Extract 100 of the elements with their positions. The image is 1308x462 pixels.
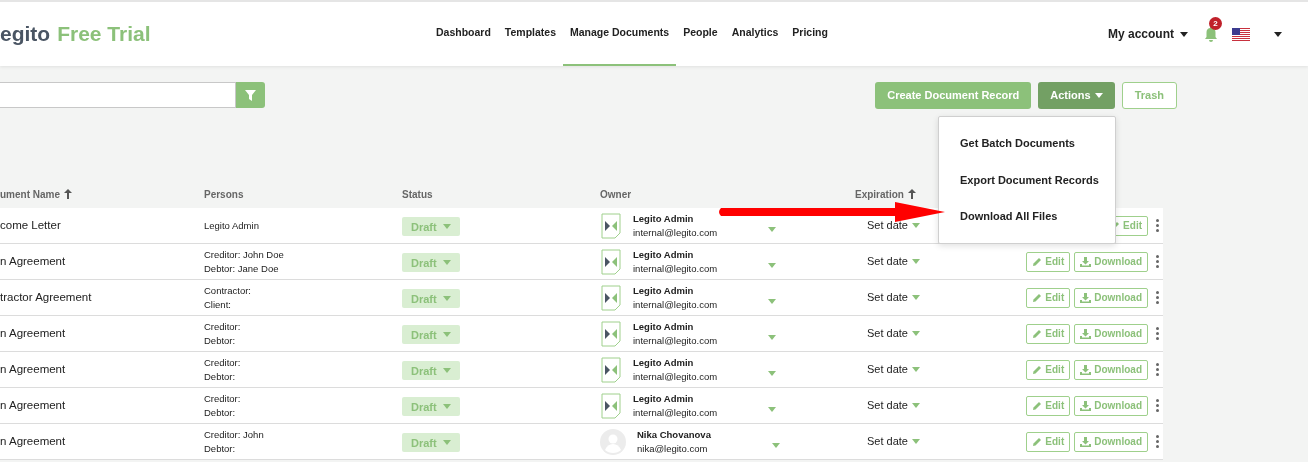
owner-name: Legito Admin: [633, 283, 695, 298]
document-logo-icon: [600, 392, 622, 419]
download-icon: [1080, 400, 1092, 411]
search-field[interactable]: [0, 82, 236, 108]
document-name[interactable]: n Agreement: [0, 396, 204, 415]
pencil-icon: [1032, 292, 1043, 303]
document-name[interactable]: n Agreement: [0, 324, 204, 343]
person-label: Debtor:: [204, 405, 237, 420]
caret-icon: [912, 367, 920, 372]
nav-tab[interactable]: Templates: [497, 2, 563, 66]
owner-name: Nika Chovanova: [637, 427, 712, 442]
person-label: Debtor: Jane Doe: [204, 261, 280, 276]
column-header[interactable]: ument Name: [0, 186, 60, 202]
more-icon[interactable]: [1156, 399, 1159, 412]
pencil-icon: [1032, 256, 1043, 267]
column-header[interactable]: Expiration: [855, 186, 904, 202]
owner-email: internal@legito.com: [633, 297, 719, 312]
caret-icon: [442, 224, 451, 230]
owner-email: internal@legito.com: [633, 261, 719, 276]
more-icon[interactable]: [1156, 291, 1159, 304]
owner-email: internal@legito.com: [633, 333, 719, 348]
pencil-icon: [1032, 328, 1043, 339]
nav-tab[interactable]: People: [676, 2, 725, 66]
expiration-dropdown[interactable]: Set date: [855, 289, 1001, 306]
us-flag-icon[interactable]: [1232, 27, 1250, 41]
caret-icon: [442, 260, 451, 266]
caret-icon: [1180, 31, 1188, 37]
person-label: Creditor:: [204, 391, 242, 406]
my-account-menu[interactable]: My account: [1108, 25, 1188, 43]
caret-icon: [912, 259, 920, 264]
download-icon: [1080, 436, 1092, 447]
download-icon: [1080, 364, 1092, 375]
caret-icon: [768, 263, 776, 268]
person-label: Contractor:: [204, 283, 252, 298]
owner-email: internal@legito.com: [633, 225, 719, 240]
person-label: Creditor: John: [204, 427, 265, 442]
person-label: Debtor:: [204, 333, 237, 348]
document-name[interactable]: n Agreement: [0, 432, 204, 451]
column-header[interactable]: Persons: [204, 186, 244, 202]
owner-name: Legito Admin: [633, 211, 695, 226]
caret-icon: [772, 443, 780, 448]
nav-tab[interactable]: Manage Documents: [563, 2, 677, 66]
caret-icon: [768, 227, 776, 232]
person-label: Legito Admin: [204, 218, 260, 233]
expiration-dropdown[interactable]: Set date: [855, 433, 1001, 450]
more-icon[interactable]: [1156, 435, 1159, 448]
more-icon[interactable]: [1156, 363, 1159, 376]
person-label: Creditor:: [204, 319, 242, 334]
more-icon[interactable]: [1156, 327, 1159, 340]
sort-arrow-icon: [64, 189, 72, 199]
bell-icon[interactable]: [1204, 26, 1218, 42]
expiration-dropdown[interactable]: Set date: [855, 361, 1001, 378]
nav-tab[interactable]: Analytics: [724, 2, 786, 66]
expiration-dropdown[interactable]: Set date: [855, 397, 1001, 414]
caret-icon: [442, 368, 451, 374]
expiration-dropdown[interactable]: Set date: [855, 325, 1001, 342]
pencil-icon: [1032, 436, 1043, 447]
column-header[interactable]: Owner: [600, 186, 632, 202]
menu-item[interactable]: Get Batch Documents: [939, 125, 1115, 162]
more-icon[interactable]: [1156, 219, 1159, 232]
document-name[interactable]: tractor Agreement: [0, 288, 204, 307]
brand-name: egito: [0, 21, 51, 48]
caret-icon: [442, 404, 451, 410]
owner-name: Legito Admin: [633, 247, 695, 262]
document-logo-icon: [600, 248, 622, 275]
brand-suffix: Free Trial: [57, 21, 151, 48]
nav-tab[interactable]: Pricing: [785, 2, 835, 66]
person-label: Creditor: John Doe: [204, 247, 285, 262]
nav-tab[interactable]: Dashboard: [429, 2, 498, 66]
person-label: Client:: [204, 297, 232, 312]
actions-button[interactable]: Actions: [1038, 82, 1115, 109]
pencil-icon: [1032, 400, 1043, 411]
document-logo-icon: [600, 212, 622, 239]
caret-icon: [442, 440, 451, 446]
owner-name: Legito Admin: [633, 319, 695, 334]
person-label: Debtor:: [204, 369, 237, 384]
caret-icon: [442, 296, 451, 302]
caret-icon: [912, 331, 920, 336]
person-label: Debtor:: [204, 441, 237, 456]
caret-icon: [768, 371, 776, 376]
pencil-icon: [1032, 364, 1043, 375]
caret-icon: [768, 335, 776, 340]
document-logo-icon: [600, 284, 622, 311]
caret-icon: [912, 295, 920, 300]
expiration-dropdown[interactable]: Set date: [855, 253, 1001, 270]
more-icon[interactable]: [1156, 255, 1159, 268]
caret-icon: [1274, 31, 1282, 37]
column-header[interactable]: Status: [402, 186, 433, 202]
owner-name: Legito Admin: [633, 355, 695, 370]
filter-icon: [245, 89, 256, 101]
download-icon: [1080, 328, 1092, 339]
caret-icon: [442, 332, 451, 338]
menu-item[interactable]: Export Document Records: [939, 161, 1115, 198]
document-name[interactable]: n Agreement: [0, 360, 204, 379]
notification-badge: 2: [1209, 17, 1222, 30]
document-name[interactable]: n Agreement: [0, 252, 204, 271]
document-logo-icon: [600, 356, 622, 383]
caret-icon: [768, 407, 776, 412]
document-name[interactable]: come Letter: [0, 216, 204, 235]
caret-icon: [912, 403, 920, 408]
